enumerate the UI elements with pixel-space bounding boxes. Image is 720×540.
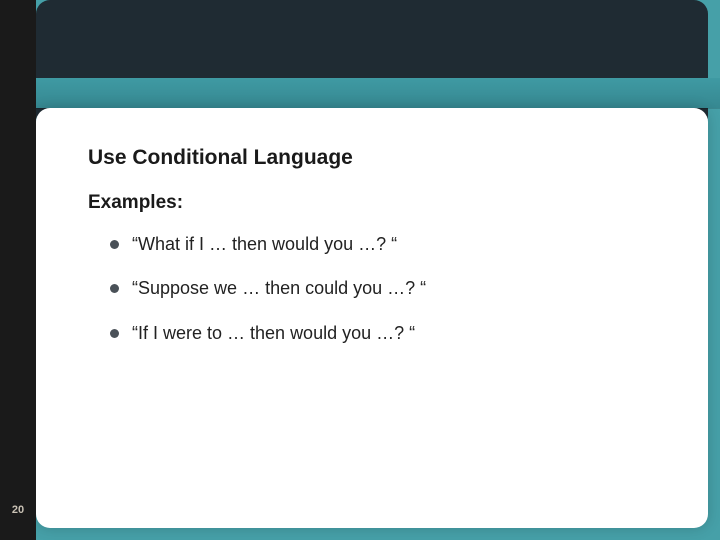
list-item: “If I were to … then would you …? “ [110, 321, 660, 345]
left-sidebar [0, 0, 36, 540]
list-item: “What if I … then would you …? “ [110, 232, 660, 256]
slide-number: 20 [0, 504, 36, 516]
content-card: Use Conditional Language Examples: “What… [36, 108, 708, 528]
slide-title: Use Conditional Language [88, 146, 660, 170]
accent-band [0, 78, 720, 108]
slide-subtitle: Examples: [88, 192, 660, 214]
bullet-list: “What if I … then would you …? “ “Suppos… [88, 232, 660, 345]
list-item: “Suppose we … then could you …? “ [110, 276, 660, 300]
slide-stage: Use Conditional Language Examples: “What… [0, 0, 720, 540]
